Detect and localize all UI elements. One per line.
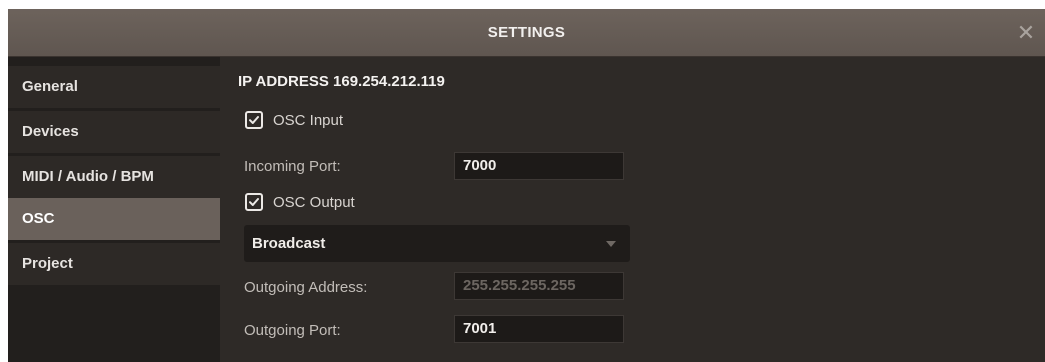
outgoing-port-label: Outgoing Port:: [244, 322, 341, 339]
osc-settings-panel: IP ADDRESS 169.254.212.119 OSC Input Inc…: [238, 57, 1045, 362]
checkmark-icon: [249, 198, 259, 206]
outgoing-port-input[interactable]: 7001: [454, 315, 624, 343]
output-mode-selected: Broadcast: [252, 235, 326, 252]
title-bar: SETTINGS ✕: [8, 9, 1045, 57]
incoming-port-input[interactable]: 7000: [454, 152, 624, 180]
osc-input-checkbox[interactable]: [245, 111, 263, 129]
sidebar-item-general[interactable]: General: [8, 66, 220, 108]
settings-sidebar: General Devices MIDI / Audio / BPM OSC P…: [8, 57, 220, 362]
sidebar-item-devices[interactable]: Devices: [8, 111, 220, 153]
output-mode-dropdown[interactable]: Broadcast: [244, 225, 630, 262]
settings-window: SETTINGS ✕ General Devices MIDI / Audio …: [8, 9, 1045, 362]
sidebar-item-midi-audio-bpm[interactable]: MIDI / Audio / BPM: [8, 156, 220, 198]
outgoing-address-input: 255.255.255.255: [454, 272, 624, 300]
close-icon[interactable]: ✕: [1011, 16, 1041, 50]
osc-output-checkbox-row[interactable]: OSC Output: [245, 191, 355, 213]
ip-address-label: IP ADDRESS 169.254.212.119: [238, 73, 445, 90]
sidebar-item-osc[interactable]: OSC: [8, 198, 220, 240]
checkmark-icon: [249, 116, 259, 124]
chevron-down-icon: [606, 241, 616, 247]
outgoing-address-label: Outgoing Address:: [244, 279, 368, 296]
sidebar-item-project[interactable]: Project: [8, 243, 220, 285]
osc-input-checkbox-row[interactable]: OSC Input: [245, 109, 343, 131]
osc-output-checkbox[interactable]: [245, 193, 263, 211]
osc-input-label: OSC Input: [273, 111, 344, 129]
osc-output-label: OSC Output: [273, 193, 355, 211]
incoming-port-label: Incoming Port:: [244, 158, 341, 175]
window-title: SETTINGS: [487, 24, 566, 41]
